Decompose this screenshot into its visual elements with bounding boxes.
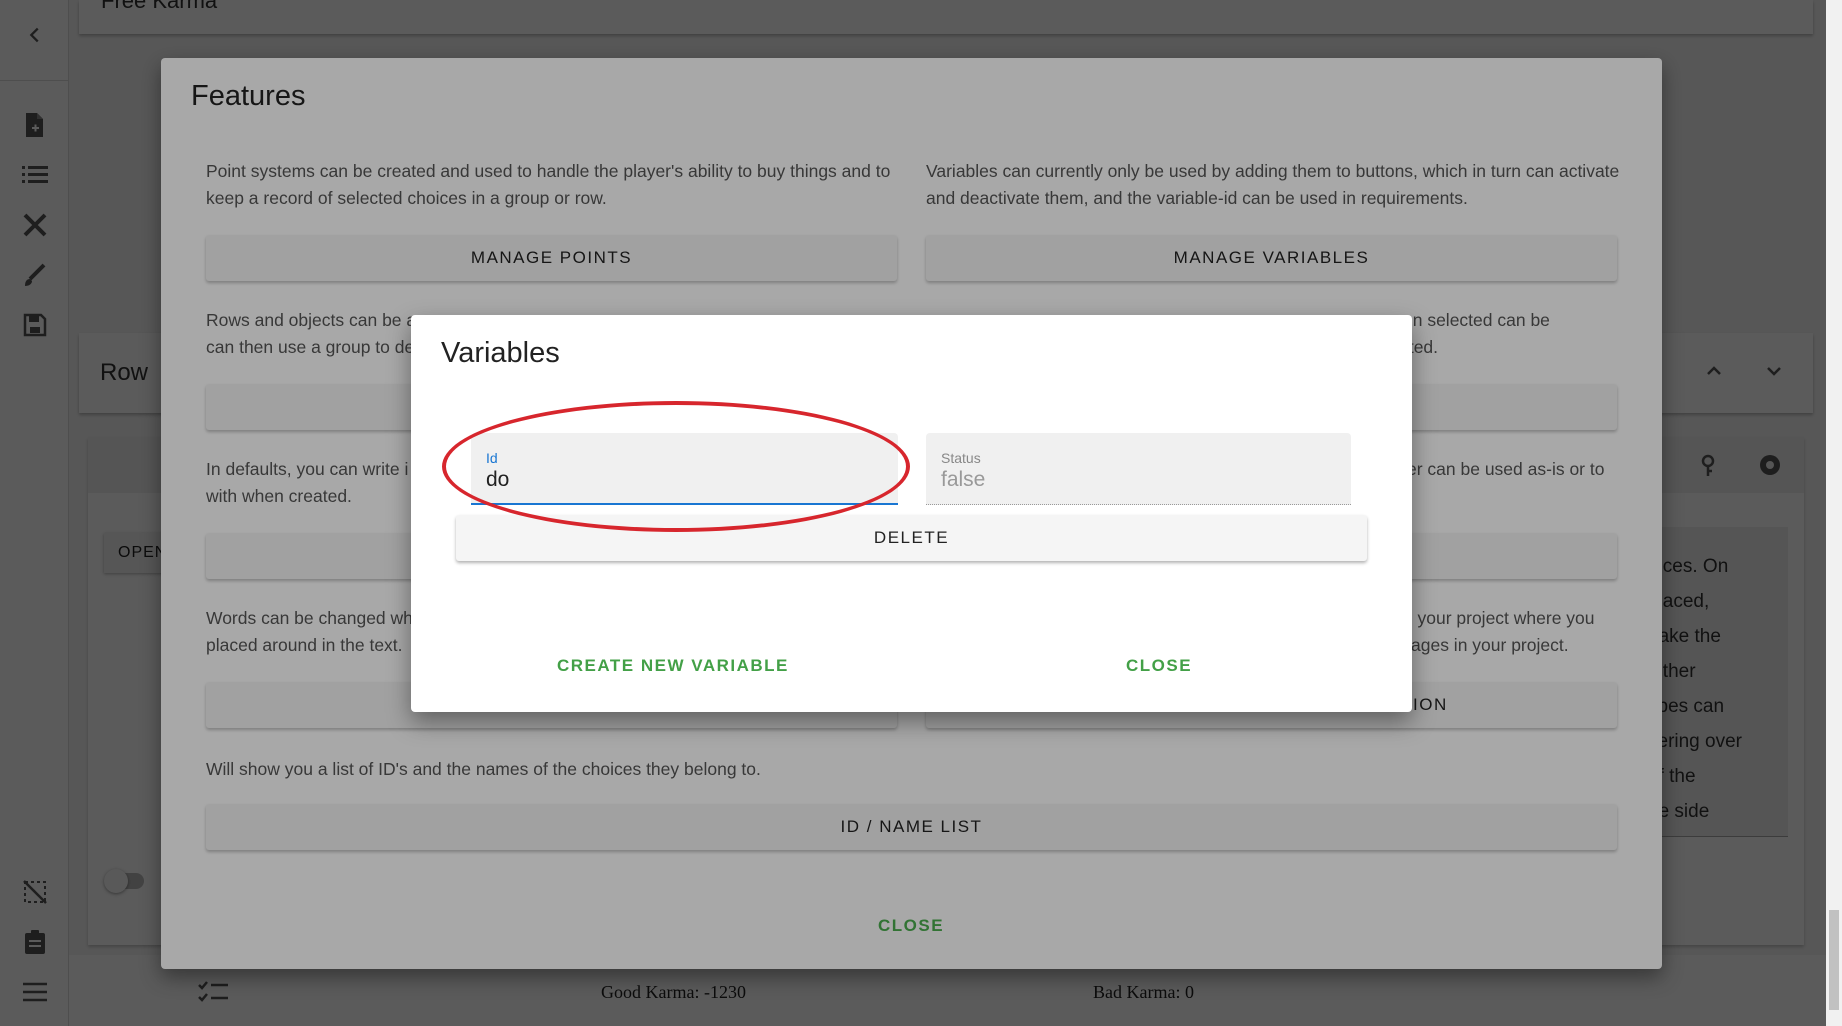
status-field-value: false [941,468,986,491]
variables-close-button[interactable]: CLOSE [1126,656,1192,676]
create-new-variable-button[interactable]: CREATE NEW VARIABLE [557,656,789,676]
id-field-value[interactable]: do [486,468,509,492]
page-scrollbar[interactable] [1826,0,1842,1026]
status-field-label: Status [941,450,981,466]
delete-variable-button[interactable]: DELETE [456,515,1367,561]
variables-dialog: Variables Id do Status false DELETE CREA… [411,315,1412,712]
status-field: Status false [926,433,1351,505]
variables-title: Variables [441,337,560,369]
scrollbar-thumb[interactable] [1829,910,1839,1010]
id-field[interactable]: Id do [471,433,898,505]
id-field-label: Id [486,450,498,466]
